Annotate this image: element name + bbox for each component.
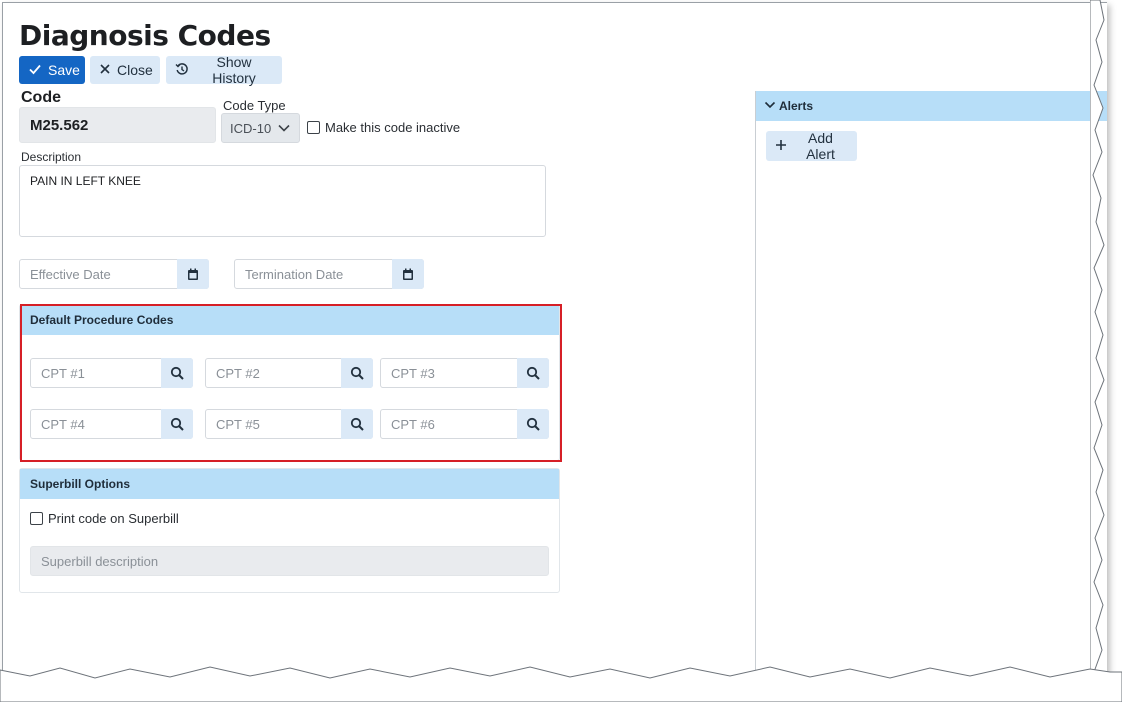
search-icon[interactable] xyxy=(517,409,549,439)
cpt-1-input[interactable]: CPT #1 xyxy=(30,358,193,388)
description-label: Description xyxy=(21,150,82,164)
alerts-divider xyxy=(755,91,756,683)
show-history-label: Show History xyxy=(212,54,256,86)
alerts-title: Alerts xyxy=(779,99,814,113)
close-button-label: Close xyxy=(117,62,153,78)
chevron-down-icon xyxy=(764,99,776,113)
inactive-checkbox[interactable] xyxy=(307,121,320,134)
superbill-header: Superbill Options xyxy=(20,469,559,499)
cpt-6-placeholder: CPT #6 xyxy=(391,416,435,432)
cpt-1-placeholder: CPT #1 xyxy=(41,365,85,381)
termination-date-placeholder: Termination Date xyxy=(245,266,344,282)
cpt-3-placeholder: CPT #3 xyxy=(391,365,435,381)
search-icon[interactable] xyxy=(161,409,193,439)
page-title: Diagnosis Codes xyxy=(19,19,271,52)
cpt-3-input[interactable]: CPT #3 xyxy=(380,358,549,388)
superbill-description-input[interactable]: Superbill description xyxy=(30,546,549,576)
save-button-label: Save xyxy=(48,62,80,78)
code-type-label: Code Type xyxy=(223,98,286,113)
calendar-icon[interactable] xyxy=(177,259,209,289)
search-icon[interactable] xyxy=(341,358,373,388)
plus-icon xyxy=(775,138,787,154)
code-type-select[interactable]: ICD-10 xyxy=(221,113,300,143)
add-alert-label: Add Alert xyxy=(806,130,835,162)
cpt-4-placeholder: CPT #4 xyxy=(41,416,85,432)
description-textarea[interactable]: PAIN IN LEFT KNEE xyxy=(19,165,546,237)
search-icon[interactable] xyxy=(517,358,549,388)
history-icon xyxy=(175,62,189,79)
search-icon[interactable] xyxy=(161,358,193,388)
code-type-value: ICD-10 xyxy=(230,120,272,136)
cpt-2-input[interactable]: CPT #2 xyxy=(205,358,373,388)
code-field[interactable]: M25.562 xyxy=(19,107,216,143)
code-label: Code xyxy=(21,89,61,106)
add-alert-button[interactable]: Add Alert xyxy=(766,130,857,162)
close-button[interactable]: Close xyxy=(90,56,160,84)
chevron-down-icon xyxy=(277,121,291,136)
calendar-icon[interactable] xyxy=(392,259,424,289)
cpt-5-placeholder: CPT #5 xyxy=(216,416,260,432)
print-superbill-label: Print code on Superbill xyxy=(48,511,179,526)
cpt-2-placeholder: CPT #2 xyxy=(216,365,260,381)
effective-date-input[interactable]: Effective Date xyxy=(19,259,209,289)
cpt-6-input[interactable]: CPT #6 xyxy=(380,409,549,439)
alerts-header[interactable]: Alerts xyxy=(756,91,1107,121)
print-superbill-checkbox[interactable] xyxy=(30,512,43,525)
check-icon xyxy=(28,62,42,79)
cpt-5-input[interactable]: CPT #5 xyxy=(205,409,373,439)
cpt-4-input[interactable]: CPT #4 xyxy=(30,409,193,439)
save-button[interactable]: Save xyxy=(19,56,85,84)
close-icon xyxy=(99,62,111,78)
search-icon[interactable] xyxy=(341,409,373,439)
termination-date-input[interactable]: Termination Date xyxy=(234,259,424,289)
effective-date-placeholder: Effective Date xyxy=(30,266,111,282)
torn-edge-bottom xyxy=(0,666,1122,702)
inactive-label: Make this code inactive xyxy=(325,120,461,135)
app-window: Diagnosis Codes Save Close Show History … xyxy=(2,2,1107,683)
show-history-button[interactable]: Show History xyxy=(166,54,282,86)
torn-edge-right xyxy=(1090,0,1105,690)
